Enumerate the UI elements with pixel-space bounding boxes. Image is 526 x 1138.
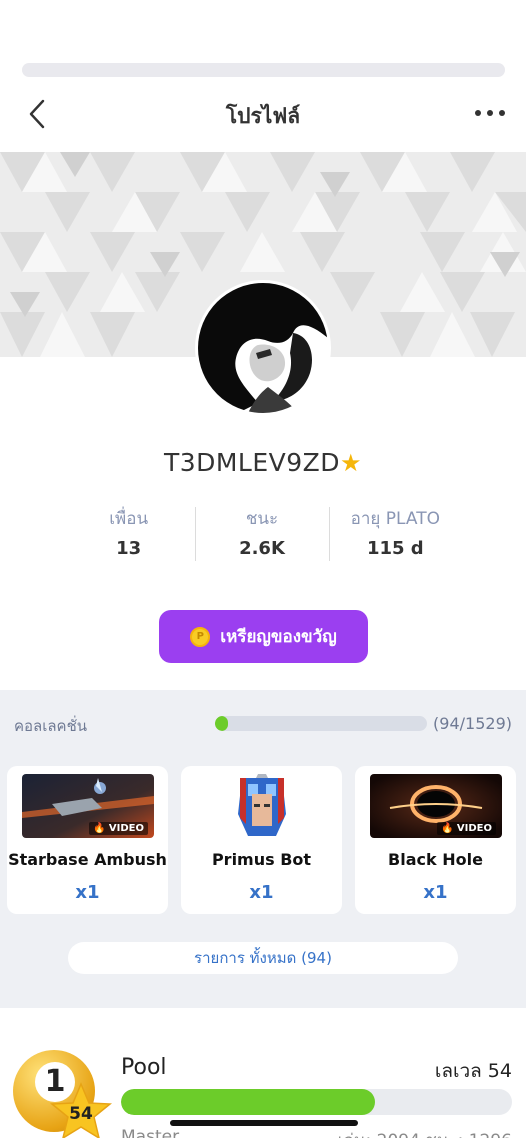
collection-cards: 🔥 VIDEO Starbase Ambush x1 Primus Bot x1… bbox=[7, 766, 519, 914]
collection-card-black-hole[interactable]: 🔥 VIDEO Black Hole x1 bbox=[355, 766, 516, 914]
collection-count: (94/1529) bbox=[433, 714, 512, 733]
game-stats-pool[interactable]: 1 54 Pool เลเวล 54 Master เล่น: 2094 ชนะ… bbox=[0, 1010, 526, 1138]
username-row: T3DMLEV9ZD★ bbox=[0, 448, 526, 477]
level-badge-number: 54 bbox=[69, 1104, 93, 1124]
collection-section: คอลเลคชั่น (94/1529) 🔥 VIDEO Starbase Am… bbox=[0, 690, 526, 1008]
stat-value: 2.6K bbox=[239, 538, 285, 559]
avatar[interactable] bbox=[195, 280, 331, 416]
gift-button-label: เหรียญของขวัญ bbox=[220, 627, 337, 647]
level-star-badge: 54 bbox=[50, 1082, 112, 1138]
collection-card-starbase-ambush[interactable]: 🔥 VIDEO Starbase Ambush x1 bbox=[7, 766, 168, 914]
stat-value: 115 d bbox=[366, 538, 424, 559]
stat-plato-age: อายุ PLATO 115 d bbox=[328, 505, 462, 565]
starbase-ambush-thumbnail: 🔥 VIDEO bbox=[22, 774, 154, 838]
page-title: โปรไฟล์ bbox=[225, 104, 301, 128]
game-summary: เล่น: 2094 ชนะ: 1296 bbox=[338, 1127, 512, 1138]
collection-label: คอลเลคชั่น bbox=[14, 717, 88, 735]
card-name: Black Hole bbox=[388, 850, 483, 869]
collection-card-primus-bot[interactable]: Primus Bot x1 bbox=[181, 766, 342, 914]
home-indicator[interactable] bbox=[170, 1120, 358, 1126]
stat-label: เพื่อน bbox=[109, 509, 149, 529]
gift-coins-button[interactable]: P เหรียญของขวัญ bbox=[159, 610, 368, 663]
video-tag: 🔥 VIDEO bbox=[436, 822, 496, 835]
all-items-button[interactable]: รายการ ทั้งหมด (94) bbox=[68, 942, 458, 974]
game-level: เลเวล 54 bbox=[434, 1060, 512, 1082]
sheet-handle[interactable] bbox=[22, 63, 505, 77]
coin-icon: P bbox=[190, 626, 211, 647]
card-quantity: x1 bbox=[75, 882, 100, 903]
card-name: Starbase Ambush bbox=[8, 850, 167, 869]
star-icon: ★ bbox=[340, 449, 363, 477]
stat-label: ชนะ bbox=[245, 509, 279, 529]
video-tag: 🔥 VIDEO bbox=[88, 822, 148, 835]
more-dots-icon[interactable] bbox=[472, 98, 508, 128]
stat-value: 13 bbox=[116, 538, 142, 559]
collection-progress-bar bbox=[215, 716, 427, 731]
card-quantity: x1 bbox=[423, 882, 448, 903]
navigation-bar: โปรไฟล์ bbox=[0, 88, 526, 142]
game-name: Pool bbox=[121, 1055, 167, 1080]
game-rank: Master bbox=[121, 1127, 180, 1138]
username: T3DMLEV9ZD bbox=[163, 448, 341, 477]
stat-wins: ชนะ 2.6K bbox=[195, 505, 328, 565]
stat-label: อายุ PLATO bbox=[350, 509, 440, 529]
game-progress-fill bbox=[121, 1089, 376, 1115]
collection-progress-fill bbox=[215, 716, 229, 731]
card-quantity: x1 bbox=[249, 882, 274, 903]
primus-bot-thumbnail bbox=[196, 774, 328, 838]
stat-friends[interactable]: เพื่อน 13 bbox=[62, 505, 195, 565]
profile-stats: เพื่อน 13 ชนะ 2.6K อายุ PLATO 115 d bbox=[62, 505, 462, 565]
game-progress-bar bbox=[121, 1089, 512, 1115]
black-hole-thumbnail: 🔥 VIDEO bbox=[370, 774, 502, 838]
card-name: Primus Bot bbox=[211, 850, 312, 869]
